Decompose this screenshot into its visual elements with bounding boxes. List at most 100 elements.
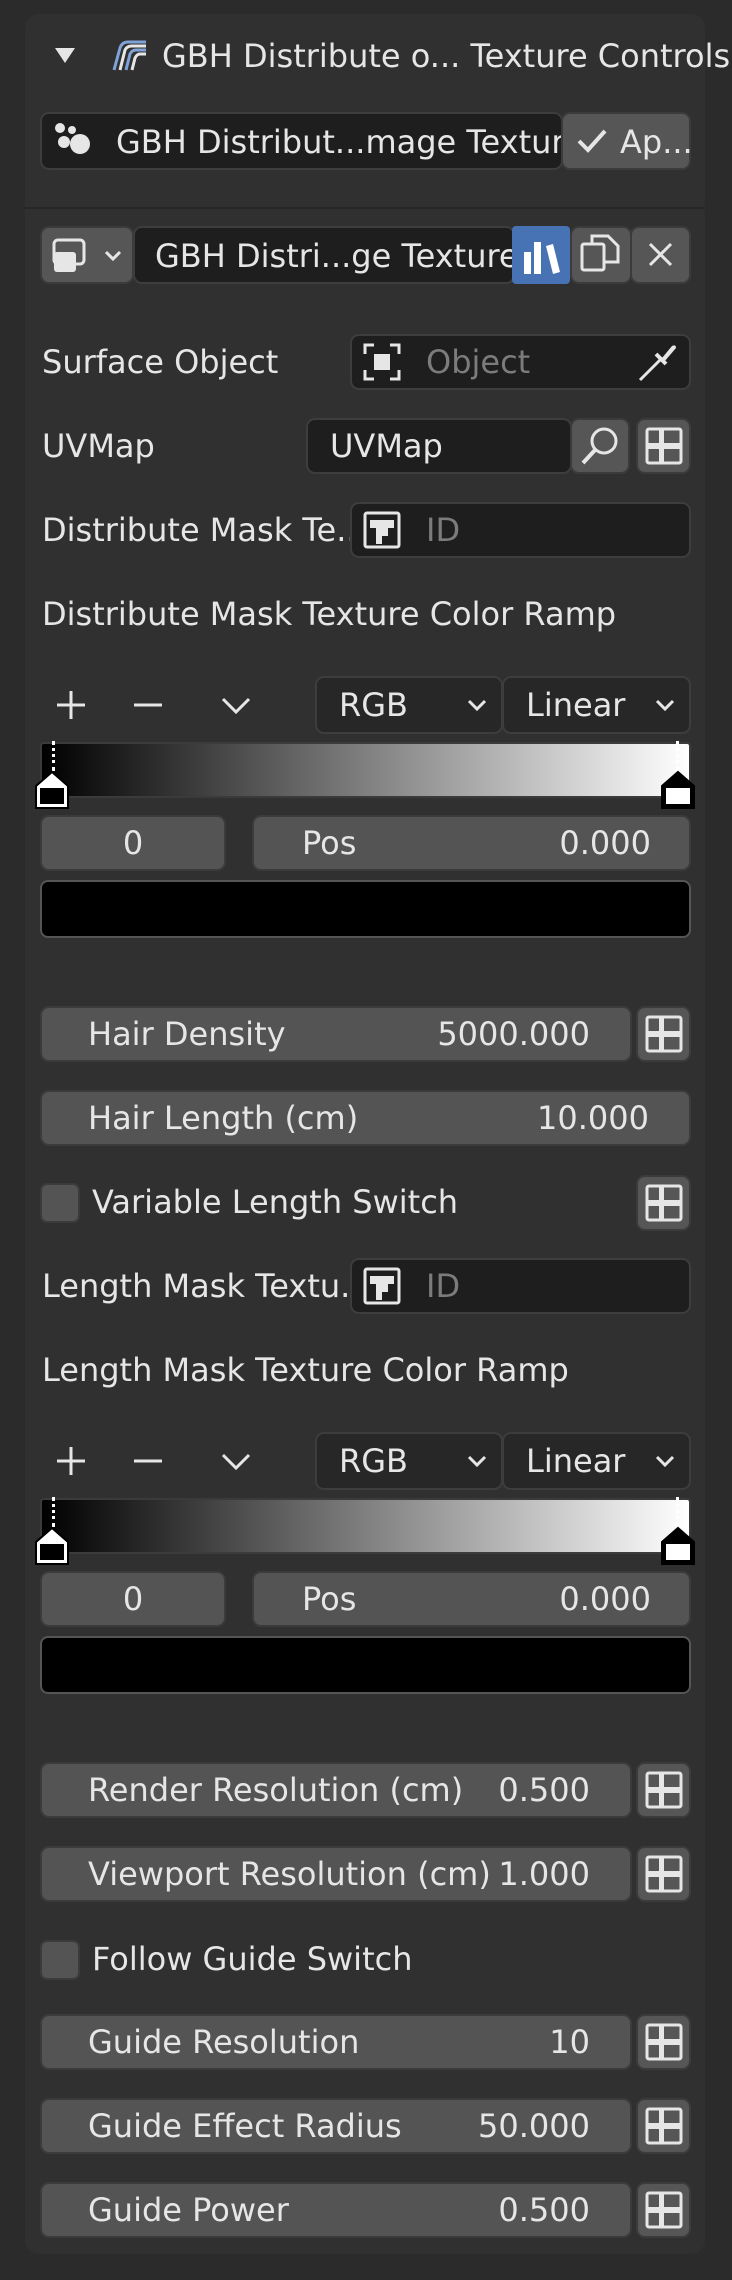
- guide-resolution-value: 10: [549, 2023, 590, 2061]
- length-ramp-title: Length Mask Texture Color Ramp: [42, 1351, 569, 1389]
- ramp1-index-value: 0: [122, 824, 144, 862]
- ramp2-color-mode-select[interactable]: RGB: [315, 1432, 503, 1490]
- ramp2-stop-line-left: [52, 1497, 55, 1527]
- node-group-icon: [50, 118, 98, 164]
- viewport-resolution-field[interactable]: Viewport Resolution (cm) 1.000: [40, 1846, 632, 1902]
- attribute-toggle-icon: [645, 2107, 682, 2145]
- attribute-toggle-icon: [645, 1184, 682, 1222]
- distribute-mask-placeholder: ID: [426, 511, 461, 549]
- remove-stop-icon[interactable]: [131, 1444, 165, 1478]
- ramp2-interpolation-value: Linear: [526, 1442, 626, 1480]
- ramp2-gradient[interactable]: [40, 1498, 691, 1554]
- ramp2-color-swatch[interactable]: [40, 1636, 691, 1694]
- ramp1-pos-label: Pos: [302, 824, 357, 862]
- guide-effect-radius-attribute-toggle[interactable]: [636, 2098, 691, 2154]
- viewport-resolution-value: 1.000: [498, 1855, 590, 1893]
- viewport-resolution-label: Viewport Resolution (cm): [88, 1855, 491, 1893]
- search-icon: [581, 427, 618, 465]
- follow-guide-label: Follow Guide Switch: [92, 1940, 413, 1978]
- distribute-mask-label: Distribute Mask Te...: [42, 511, 367, 549]
- remove-stop-icon[interactable]: [131, 688, 165, 722]
- panel-title: GBH Distribute o... Texture Controls: [162, 37, 731, 75]
- ramp1-stop-line-right: [676, 741, 679, 771]
- ramp2-index-value: 0: [122, 1580, 144, 1618]
- ramp1-position-field[interactable]: Pos 0.000: [252, 815, 691, 871]
- chevron-down-icon: [655, 1455, 675, 1468]
- render-resolution-value: 0.500: [498, 1771, 590, 1809]
- distribute-ramp-title: Distribute Mask Texture Color Ramp: [42, 595, 617, 633]
- guide-power-attribute-toggle[interactable]: [636, 2182, 691, 2238]
- datablock-name: GBH Distri...ge Texture: [155, 237, 519, 275]
- attribute-toggle-icon: [645, 1015, 682, 1053]
- ramp2-stop-right-handle[interactable]: [660, 1526, 696, 1566]
- ramp2-stop-left-handle[interactable]: [34, 1526, 70, 1566]
- hair-length-value: 10.000: [537, 1099, 649, 1137]
- duplicate-icon: [580, 234, 620, 272]
- chevron-down-icon: [467, 1455, 487, 1468]
- ramp2-position-field[interactable]: Pos 0.000: [252, 1571, 691, 1627]
- render-resolution-field[interactable]: Render Resolution (cm) 0.500: [40, 1762, 632, 1818]
- collapse-triangle-icon[interactable]: [54, 44, 76, 66]
- guide-power-value: 0.500: [498, 2191, 590, 2229]
- unlink-button[interactable]: [630, 226, 691, 284]
- fake-user-button[interactable]: [512, 226, 570, 284]
- ramp2-active-index[interactable]: 0: [40, 1571, 226, 1627]
- ramp1-color-mode-value: RGB: [339, 686, 408, 724]
- viewport-resolution-attribute-toggle[interactable]: [636, 1846, 691, 1902]
- ramp1-stop-right-handle[interactable]: [660, 770, 696, 810]
- texture-icon: [362, 1266, 402, 1306]
- node-group-name: GBH Distribut...mage Texture: [116, 123, 584, 161]
- ramp1-pos-value: 0.000: [559, 824, 651, 862]
- hair-density-label: Hair Density: [88, 1015, 286, 1053]
- apply-label: Ap...: [620, 123, 693, 161]
- duplicate-button[interactable]: [570, 226, 632, 284]
- follow-guide-checkbox[interactable]: [40, 1940, 80, 1980]
- uvmap-label: UVMap: [42, 427, 155, 465]
- ramp1-active-index[interactable]: 0: [40, 815, 226, 871]
- ramp1-color-swatch[interactable]: [40, 880, 691, 938]
- hair-density-field[interactable]: Hair Density 5000.000: [40, 1006, 632, 1062]
- node-tree-icon: [112, 38, 152, 74]
- hair-length-label: Hair Length (cm): [88, 1099, 359, 1137]
- guide-resolution-field[interactable]: Guide Resolution 10: [40, 2014, 632, 2070]
- fake-user-icon: [524, 242, 560, 274]
- ramp1-stop-left-handle[interactable]: [34, 770, 70, 810]
- length-mask-label: Length Mask Textu...: [42, 1267, 371, 1305]
- ramp1-interpolation-value: Linear: [526, 686, 626, 724]
- eyedropper-icon[interactable]: [634, 340, 680, 386]
- check-icon: [576, 126, 608, 156]
- add-stop-icon[interactable]: [54, 688, 88, 722]
- attribute-toggle-icon: [645, 1855, 682, 1893]
- guide-effect-radius-label: Guide Effect Radius: [88, 2107, 402, 2145]
- guide-power-label: Guide Power: [88, 2191, 289, 2229]
- ramp2-interpolation-select[interactable]: Linear: [502, 1432, 691, 1490]
- render-resolution-attribute-toggle[interactable]: [636, 1762, 691, 1818]
- guide-resolution-label: Guide Resolution: [88, 2023, 360, 2061]
- hair-length-field[interactable]: Hair Length (cm) 10.000: [40, 1090, 691, 1146]
- ramp2-pos-label: Pos: [302, 1580, 357, 1618]
- chevron-down-icon: [467, 699, 487, 712]
- chevron-down-icon[interactable]: [219, 690, 253, 720]
- variable-length-label: Variable Length Switch: [92, 1183, 459, 1221]
- guide-power-field[interactable]: Guide Power 0.500: [40, 2182, 632, 2238]
- guide-resolution-attribute-toggle[interactable]: [636, 2014, 691, 2070]
- uvmap-attribute-toggle[interactable]: [636, 418, 691, 474]
- divider: [25, 207, 705, 209]
- attribute-toggle-icon: [645, 2191, 682, 2229]
- uvmap-search-button[interactable]: [570, 418, 630, 474]
- ramp1-color-mode-select[interactable]: RGB: [315, 676, 503, 734]
- chevron-down-icon: [655, 699, 675, 712]
- variable-length-checkbox[interactable]: [40, 1183, 80, 1223]
- ramp1-gradient[interactable]: [40, 742, 691, 798]
- ramp2-color-mode-value: RGB: [339, 1442, 408, 1480]
- surface-object-placeholder: Object: [426, 343, 531, 381]
- hair-density-attribute-toggle[interactable]: [636, 1006, 691, 1062]
- chevron-down-icon[interactable]: [219, 1446, 253, 1476]
- close-icon: [648, 242, 673, 267]
- add-stop-icon[interactable]: [54, 1444, 88, 1478]
- guide-effect-radius-value: 50.000: [478, 2107, 590, 2145]
- ramp1-interpolation-select[interactable]: Linear: [502, 676, 691, 734]
- render-resolution-label: Render Resolution (cm): [88, 1771, 464, 1809]
- variable-length-attribute-toggle[interactable]: [636, 1175, 691, 1231]
- guide-effect-radius-field[interactable]: Guide Effect Radius 50.000: [40, 2098, 632, 2154]
